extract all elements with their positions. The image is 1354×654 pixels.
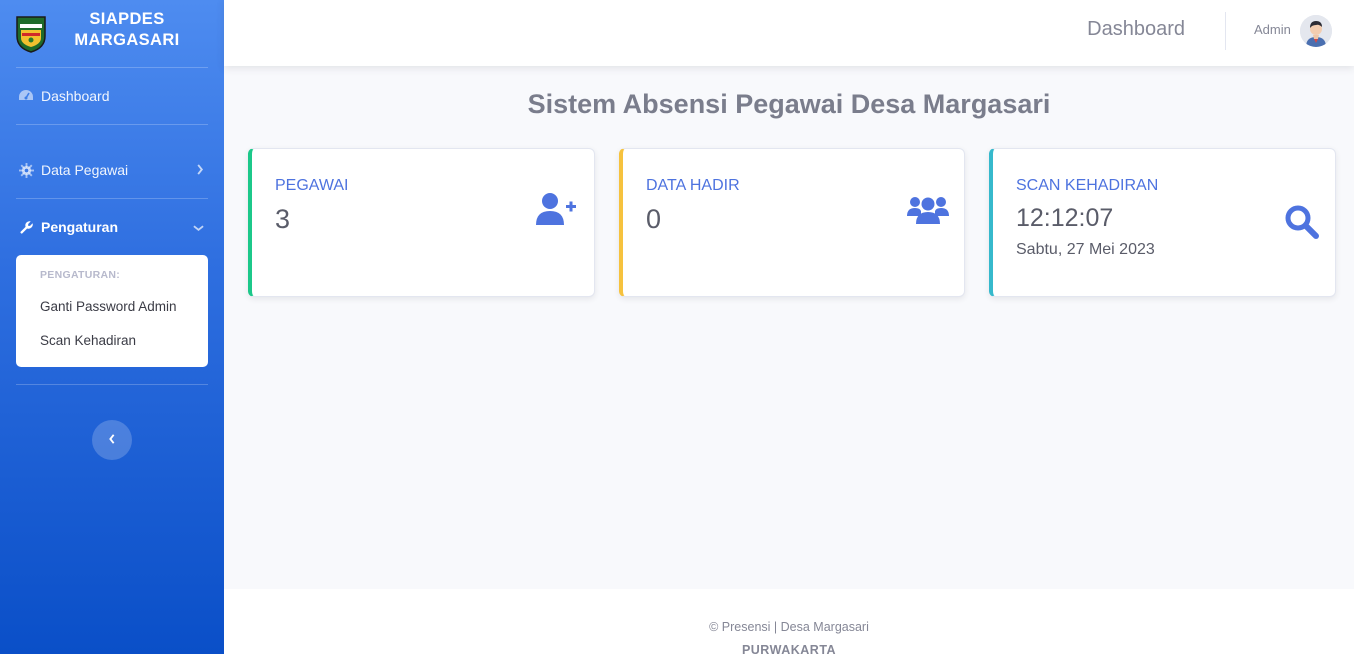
clock-time: 12:12:07 [1016,204,1114,232]
chevron-down-icon [193,219,204,235]
wrench-icon [18,219,34,235]
gear-icon [18,162,34,178]
sidebar-item-data-pegawai[interactable]: Data Pegawai [0,142,224,198]
topbar: Dashboard Admin [224,0,1354,66]
gauge-icon [18,88,34,104]
sidebar-item-label: Dashboard [41,88,110,104]
card-value: 0 [646,204,662,234]
sidebar-toggle-button[interactable] [92,420,132,460]
avatar[interactable] [1300,15,1332,47]
submenu-item-ganti-password[interactable]: Ganti Password Admin [16,291,208,325]
submenu-header: PENGATURAN: [40,269,121,281]
chevron-left-icon [108,431,116,449]
brand-name: SIAPDES MARGASARI [60,9,194,51]
card-label: SCAN KEHADIRAN [1016,177,1159,194]
sidebar: SIAPDES MARGASARI Dashboard Data Pegawai… [0,0,224,654]
topbar-divider [1225,12,1226,50]
village-emblem-logo [14,14,48,54]
brand-line-2: MARGASARI [74,31,180,49]
card-value: 3 [275,204,291,234]
footer-location: PURWAKARTA [741,643,837,654]
card-label: DATA HADIR [646,177,740,194]
footer: © Presensi | Desa Margasari PURWAKARTA [224,589,1354,654]
card-pegawai[interactable]: PEGAWAI 3 [248,148,595,297]
sidebar-brand[interactable]: SIAPDES MARGASARI [0,0,224,67]
card-scan-kehadiran[interactable]: SCAN KEHADIRAN 12:12:07 Sabtu, 27 Mei 20… [989,148,1336,297]
sidebar-item-dashboard[interactable]: Dashboard [0,68,224,124]
card-label: PEGAWAI [275,177,349,194]
submenu-item-scan-kehadiran[interactable]: Scan Kehadiran [16,325,208,359]
sidebar-item-label: Pengaturan [41,219,119,235]
sidebar-item-label: Data Pegawai [41,162,129,178]
card-data-hadir[interactable]: DATA HADIR 0 [619,148,965,297]
page-title: Sistem Absensi Pegawai Desa Margasari [527,89,1051,119]
users-icon [907,196,949,229]
topbar-title: Dashboard [1087,18,1185,40]
search-icon[interactable] [1285,205,1319,244]
footer-copyright: © Presensi | Desa Margasari [709,620,869,634]
chevron-right-icon [196,162,204,178]
current-date: Sabtu, 27 Mei 2023 [1016,241,1155,258]
pengaturan-submenu: PENGATURAN: Ganti Password Admin Scan Ke… [16,255,208,367]
user-plus-icon [536,192,578,231]
sidebar-divider [16,384,208,385]
brand-line-1: SIAPDES [89,10,165,28]
user-name[interactable]: Admin [1254,22,1291,37]
sidebar-item-pengaturan[interactable]: Pengaturan [0,199,224,255]
